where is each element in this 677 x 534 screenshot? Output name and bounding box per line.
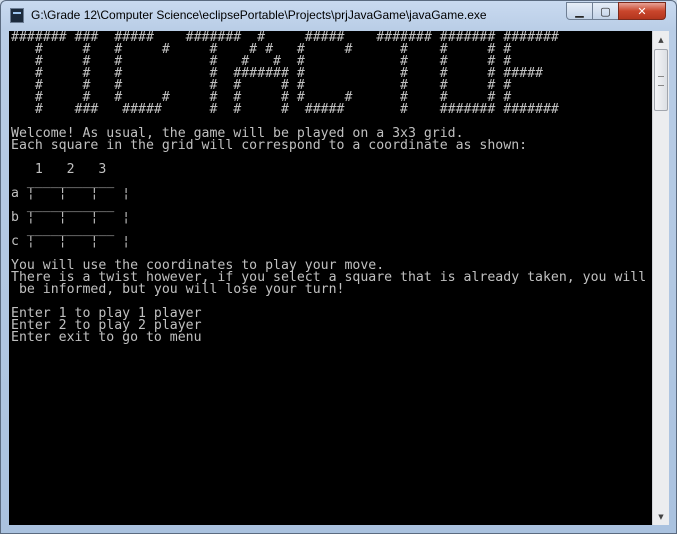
scroll-down-button[interactable]: ▼ — [653, 508, 669, 525]
vertical-scrollbar[interactable]: ▲ ▼ — [652, 31, 669, 525]
maximize-icon: ▢ — [600, 4, 611, 18]
console-line: be informed, but you will lose your turn… — [11, 282, 345, 297]
console-line: Each square in the grid will correspond … — [11, 138, 528, 153]
close-icon: ✕ — [637, 4, 647, 18]
maximize-button[interactable]: ▢ — [592, 2, 619, 20]
console-text: ####### ### ##### ####### # ##### ######… — [11, 31, 646, 345]
arrow-down-icon: ▼ — [658, 512, 664, 521]
console-output-area[interactable]: ####### ### ##### ####### # ##### ######… — [9, 31, 652, 525]
console-line: # ### ##### # # # ##### # ####### ######… — [11, 102, 559, 117]
scroll-thumb[interactable] — [654, 49, 668, 111]
console-line: c ¦ ¦ ¦ ¦ — [11, 234, 131, 249]
console-window: G:\Grade 12\Computer Science\eclipsePort… — [0, 0, 677, 534]
minimize-icon: ▁ — [575, 4, 584, 18]
title-bar[interactable]: G:\Grade 12\Computer Science\eclipsePort… — [1, 1, 676, 31]
window-title: G:\Grade 12\Computer Science\eclipsePort… — [31, 8, 487, 22]
minimize-button[interactable]: ▁ — [566, 2, 593, 20]
console-app-icon — [10, 8, 24, 23]
arrow-up-icon: ▲ — [658, 35, 664, 44]
close-button[interactable]: ✕ — [618, 2, 666, 20]
console-line: Enter exit to go to menu — [11, 330, 202, 345]
scroll-up-button[interactable]: ▲ — [653, 31, 669, 48]
